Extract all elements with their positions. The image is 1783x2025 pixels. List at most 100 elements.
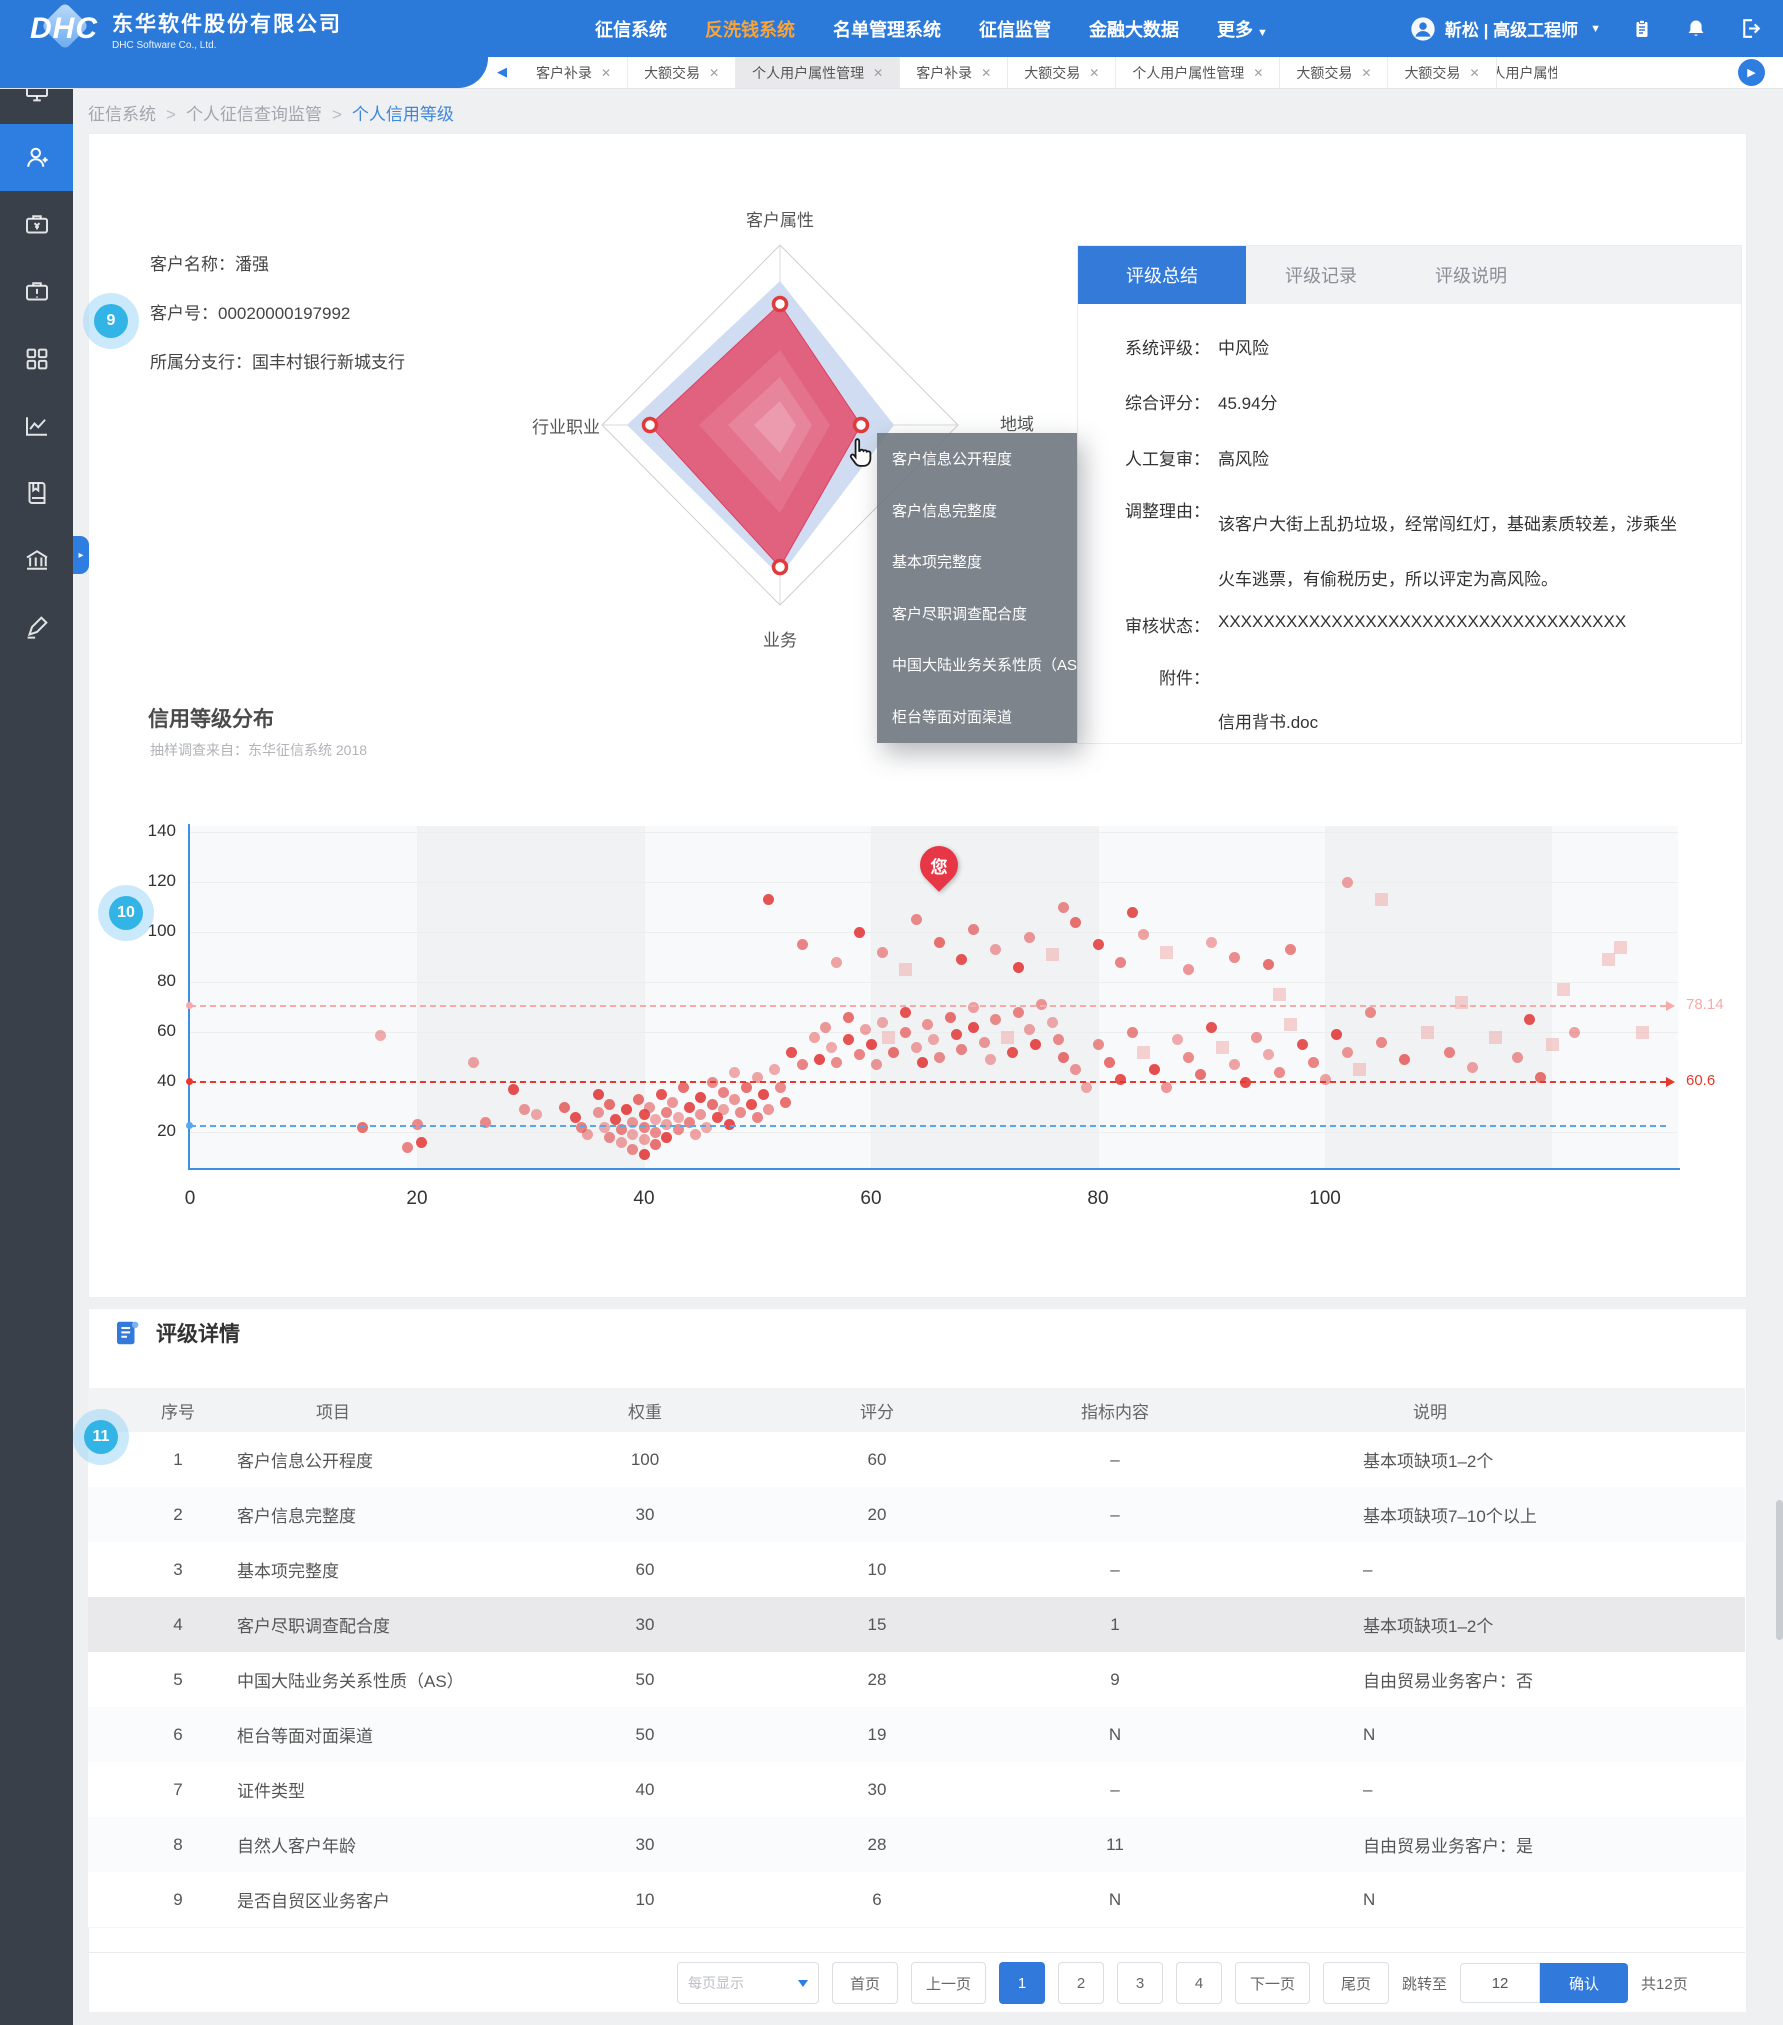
tab-大额交易[interactable]: 大额交易✕: [628, 57, 736, 88]
close-icon[interactable]: ✕: [1253, 66, 1263, 80]
close-icon[interactable]: ✕: [873, 66, 883, 80]
last-page-button[interactable]: 尾页: [1323, 1962, 1389, 2004]
breadcrumb-item[interactable]: 个人信用等级: [352, 105, 454, 124]
sidebar-item-money-case[interactable]: [0, 191, 73, 258]
nav-item-名单管理系统[interactable]: 名单管理系统: [833, 16, 941, 42]
table-cell: 28: [777, 1652, 977, 1707]
rating-tab-评级总结[interactable]: 评级总结: [1078, 246, 1246, 304]
nav-item-征信监管[interactable]: 征信监管: [979, 16, 1051, 42]
table-cell: 10: [777, 1542, 977, 1597]
table-cell: 30: [545, 1817, 745, 1872]
tab-scroll-left-icon[interactable]: ◀: [497, 64, 507, 80]
tab-个人用户属性管理[interactable]: 个人用户属性管理✕: [736, 57, 900, 88]
clipboard-icon[interactable]: [1629, 16, 1655, 42]
user-menu[interactable]: 靳松 | 高级工程师 ▼: [1409, 15, 1601, 43]
tab-大额交易[interactable]: 大额交易✕: [1280, 57, 1388, 88]
sidebar-expand-handle[interactable]: ▸: [73, 536, 89, 574]
sidebar-item-pen[interactable]: [0, 593, 73, 660]
page-button-1[interactable]: 1: [999, 1962, 1045, 2004]
nav-item-金融大数据[interactable]: 金融大数据: [1089, 16, 1179, 42]
table-row[interactable]: 3基本项完整度6010––: [88, 1542, 1745, 1598]
sidebar-item-chart[interactable]: [0, 392, 73, 459]
table-cell: N: [1363, 1707, 1745, 1762]
scatter-point: [854, 927, 865, 938]
table-cell: 19: [777, 1707, 977, 1762]
scatter-square: [1216, 1041, 1229, 1054]
confirm-button[interactable]: 确认: [1540, 1963, 1628, 2003]
rating-tab-评级记录[interactable]: 评级记录: [1246, 246, 1396, 304]
hover-menu-item[interactable]: 客户信息公开程度: [877, 433, 1077, 485]
close-icon[interactable]: ✕: [1089, 66, 1099, 80]
jump-page-input[interactable]: 12: [1460, 1963, 1540, 2003]
first-page-button[interactable]: 首页: [832, 1962, 898, 2004]
scatter-point: [945, 1012, 956, 1023]
sidebar-item-grid[interactable]: [0, 325, 73, 392]
bell-icon[interactable]: [1683, 16, 1709, 42]
scatter-point: [593, 1107, 604, 1118]
close-icon[interactable]: ✕: [1361, 66, 1371, 80]
scatter-point: [1024, 932, 1035, 943]
close-icon[interactable]: ✕: [709, 66, 719, 80]
rating-field-label: 附件：: [1118, 664, 1210, 689]
tab-个人用户属性管理[interactable]: 个人用户属性管理: [1497, 57, 1557, 88]
page-size-select[interactable]: 每页显示: [677, 1962, 819, 2004]
page-button-3[interactable]: 3: [1117, 1962, 1163, 2004]
brand-logo[interactable]: DHC 东华软件股份有限公司 DHC Software Co., Ltd.: [30, 4, 342, 54]
rating-field: 综合评分：45.94分: [1118, 389, 1688, 414]
tab-大额交易[interactable]: 大额交易✕: [1388, 57, 1496, 88]
breadcrumb-separator: >: [166, 105, 176, 124]
sidebar-item-book[interactable]: [0, 459, 73, 526]
sidebar-item-person-add[interactable]: [0, 124, 73, 191]
table-row[interactable]: 8自然人客户年龄302811自由贸易业务客户：是: [88, 1817, 1745, 1873]
breadcrumb-item[interactable]: 征信系统: [88, 105, 156, 124]
rating-field: 系统评级：中风险: [1118, 334, 1688, 359]
breadcrumb-item[interactable]: 个人征信查询监管: [186, 105, 322, 124]
tab-大额交易[interactable]: 大额交易✕: [1008, 57, 1116, 88]
scrollbar-thumb[interactable]: [1776, 1500, 1783, 1640]
next-page-button[interactable]: 下一页: [1235, 1962, 1310, 2004]
scatter-point: [1104, 1057, 1115, 1068]
page-button-2[interactable]: 2: [1058, 1962, 1104, 2004]
table-row[interactable]: 5中国大陆业务关系性质（AS）50289自由贸易业务客户：否: [88, 1652, 1745, 1708]
tab-客户补录[interactable]: 客户补录✕: [520, 57, 628, 88]
rating-tab-评级说明[interactable]: 评级说明: [1396, 246, 1546, 304]
close-icon[interactable]: ✕: [601, 66, 611, 80]
page-size-label: 每页显示: [688, 1973, 744, 1993]
table-row[interactable]: 9是否自贸区业务客户106NN: [88, 1872, 1745, 1928]
nav-item-征信系统[interactable]: 征信系统: [595, 16, 667, 42]
table-row[interactable]: 6柜台等面对面渠道5019NN: [88, 1707, 1745, 1763]
hover-menu-item[interactable]: 中国大陆业务关系性质（AS）: [877, 639, 1077, 691]
logout-icon[interactable]: [1737, 16, 1763, 42]
table-cell: 基本项缺项1–2个: [1363, 1432, 1745, 1487]
table-row[interactable]: 7证件类型4030––: [88, 1762, 1745, 1818]
table-row[interactable]: 2客户信息完整度3020–基本项缺项7–10个以上: [88, 1487, 1745, 1543]
close-icon[interactable]: ✕: [1469, 66, 1479, 80]
scatter-point: [911, 1042, 922, 1053]
details-title: 评级详情: [156, 1318, 240, 1348]
page-button-4[interactable]: 4: [1176, 1962, 1222, 2004]
document-icon: [112, 1318, 142, 1348]
hover-menu-item[interactable]: 客户信息完整度: [877, 485, 1077, 537]
attachment-link[interactable]: 信用背书.doc: [1218, 708, 1318, 733]
pen-icon: [22, 612, 52, 642]
sidebar-item-alert-case[interactable]: [0, 258, 73, 325]
tab-客户补录[interactable]: 客户补录✕: [900, 57, 1008, 88]
scatter-square: [899, 963, 912, 976]
scatter-point: [633, 1094, 644, 1105]
prev-page-button[interactable]: 上一页: [911, 1962, 986, 2004]
tab-个人用户属性管理[interactable]: 个人用户属性管理✕: [1116, 57, 1280, 88]
hover-menu-item[interactable]: 客户尽职调查配合度: [877, 588, 1077, 640]
scatter-point: [1093, 939, 1104, 950]
scatter-point: [616, 1137, 627, 1148]
nav-item-反洗钱系统[interactable]: 反洗钱系统: [705, 16, 795, 42]
nav-item-更多[interactable]: 更多▼: [1217, 16, 1268, 42]
close-icon[interactable]: ✕: [981, 66, 991, 80]
hover-menu-item[interactable]: 基本项完整度: [877, 536, 1077, 588]
annotation-badge-10: 10: [98, 885, 154, 941]
table-row[interactable]: 4客户尽职调查配合度30151基本项缺项1–2个: [88, 1597, 1745, 1653]
table-row[interactable]: 1客户信息公开程度10060–基本项缺项1–2个: [88, 1432, 1745, 1488]
sidebar-item-bank[interactable]: [0, 526, 73, 593]
hover-menu-item[interactable]: 柜台等面对面渠道: [877, 691, 1077, 743]
tab-scroll-right-icon[interactable]: ▶: [1738, 59, 1765, 86]
scatter-point: [1206, 1022, 1217, 1033]
